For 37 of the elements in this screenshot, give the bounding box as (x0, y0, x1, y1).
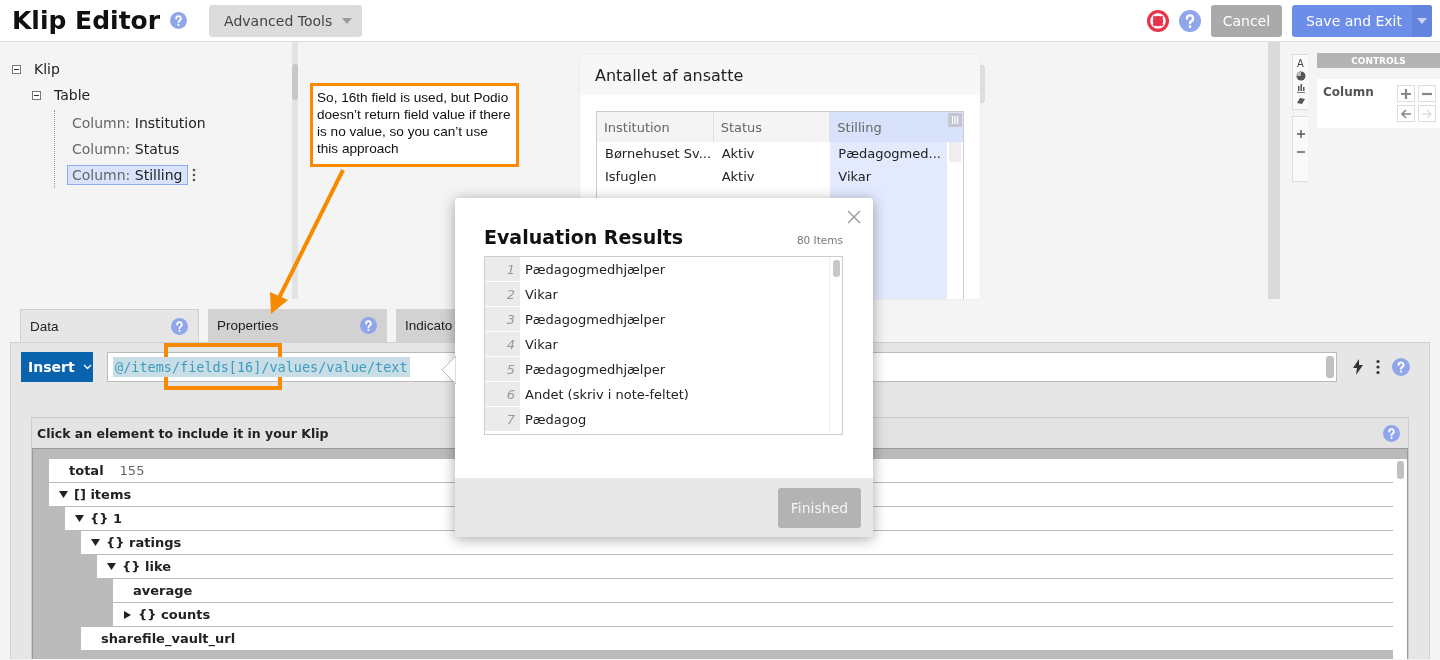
node-label: {} 1 (90, 511, 123, 526)
panel-title: CONTROLS (1317, 53, 1440, 68)
node-label: average (133, 583, 193, 598)
result-text: Pædagogmedhjælper (525, 361, 666, 377)
result-text: Andet (skriv i note-feltet) (525, 386, 689, 402)
table-cell-text: Aktiv (720, 145, 756, 163)
node-label: {} counts (138, 607, 211, 622)
result-text: Vikar (525, 286, 558, 302)
line-number: 2 (485, 282, 520, 306)
node-label: {} ratings (106, 535, 182, 550)
control-label: Column (1323, 85, 1374, 101)
node-value: 155 (119, 463, 145, 478)
node-label: {} like (122, 559, 172, 574)
table-cell-text: Isfuglen (604, 168, 658, 186)
result-text: Pædagog (525, 411, 587, 427)
annotation-note: So, 16th field is used, but Podio doesn’t return field value if there is no value, so you can’t use this approach (310, 83, 519, 167)
line-number: 7 (485, 407, 520, 431)
table-cell-text: Børnehuset Sv... (604, 145, 713, 163)
item-count: 80 Items (796, 234, 843, 248)
line-number: 4 (485, 332, 520, 356)
node-label: sharefile_vault_url (101, 631, 236, 646)
table-cell-text: Pædagogmed... (837, 145, 942, 163)
line-number: 1 (485, 257, 520, 281)
line-number: 5 (485, 357, 520, 381)
result-text: Vikar (525, 336, 558, 352)
result-text: Pædagogmedhjælper (525, 261, 666, 277)
klip-title: Antallet af ansatte (580, 55, 980, 95)
line-number: 3 (485, 307, 520, 331)
table-cell-text: Aktiv (720, 168, 756, 186)
dialog-title: Evaluation Results (484, 226, 684, 248)
line-number: 6 (485, 382, 520, 406)
table-cell-text: Vikar (837, 168, 873, 186)
app-title: Klip Editor (12, 6, 161, 35)
node-label: [] items (74, 487, 132, 502)
explorer-heading: Click an element to include it in your Klip (37, 425, 329, 441)
node-label: total (69, 463, 104, 478)
result-text: Pædagogmedhjælper (525, 311, 666, 327)
